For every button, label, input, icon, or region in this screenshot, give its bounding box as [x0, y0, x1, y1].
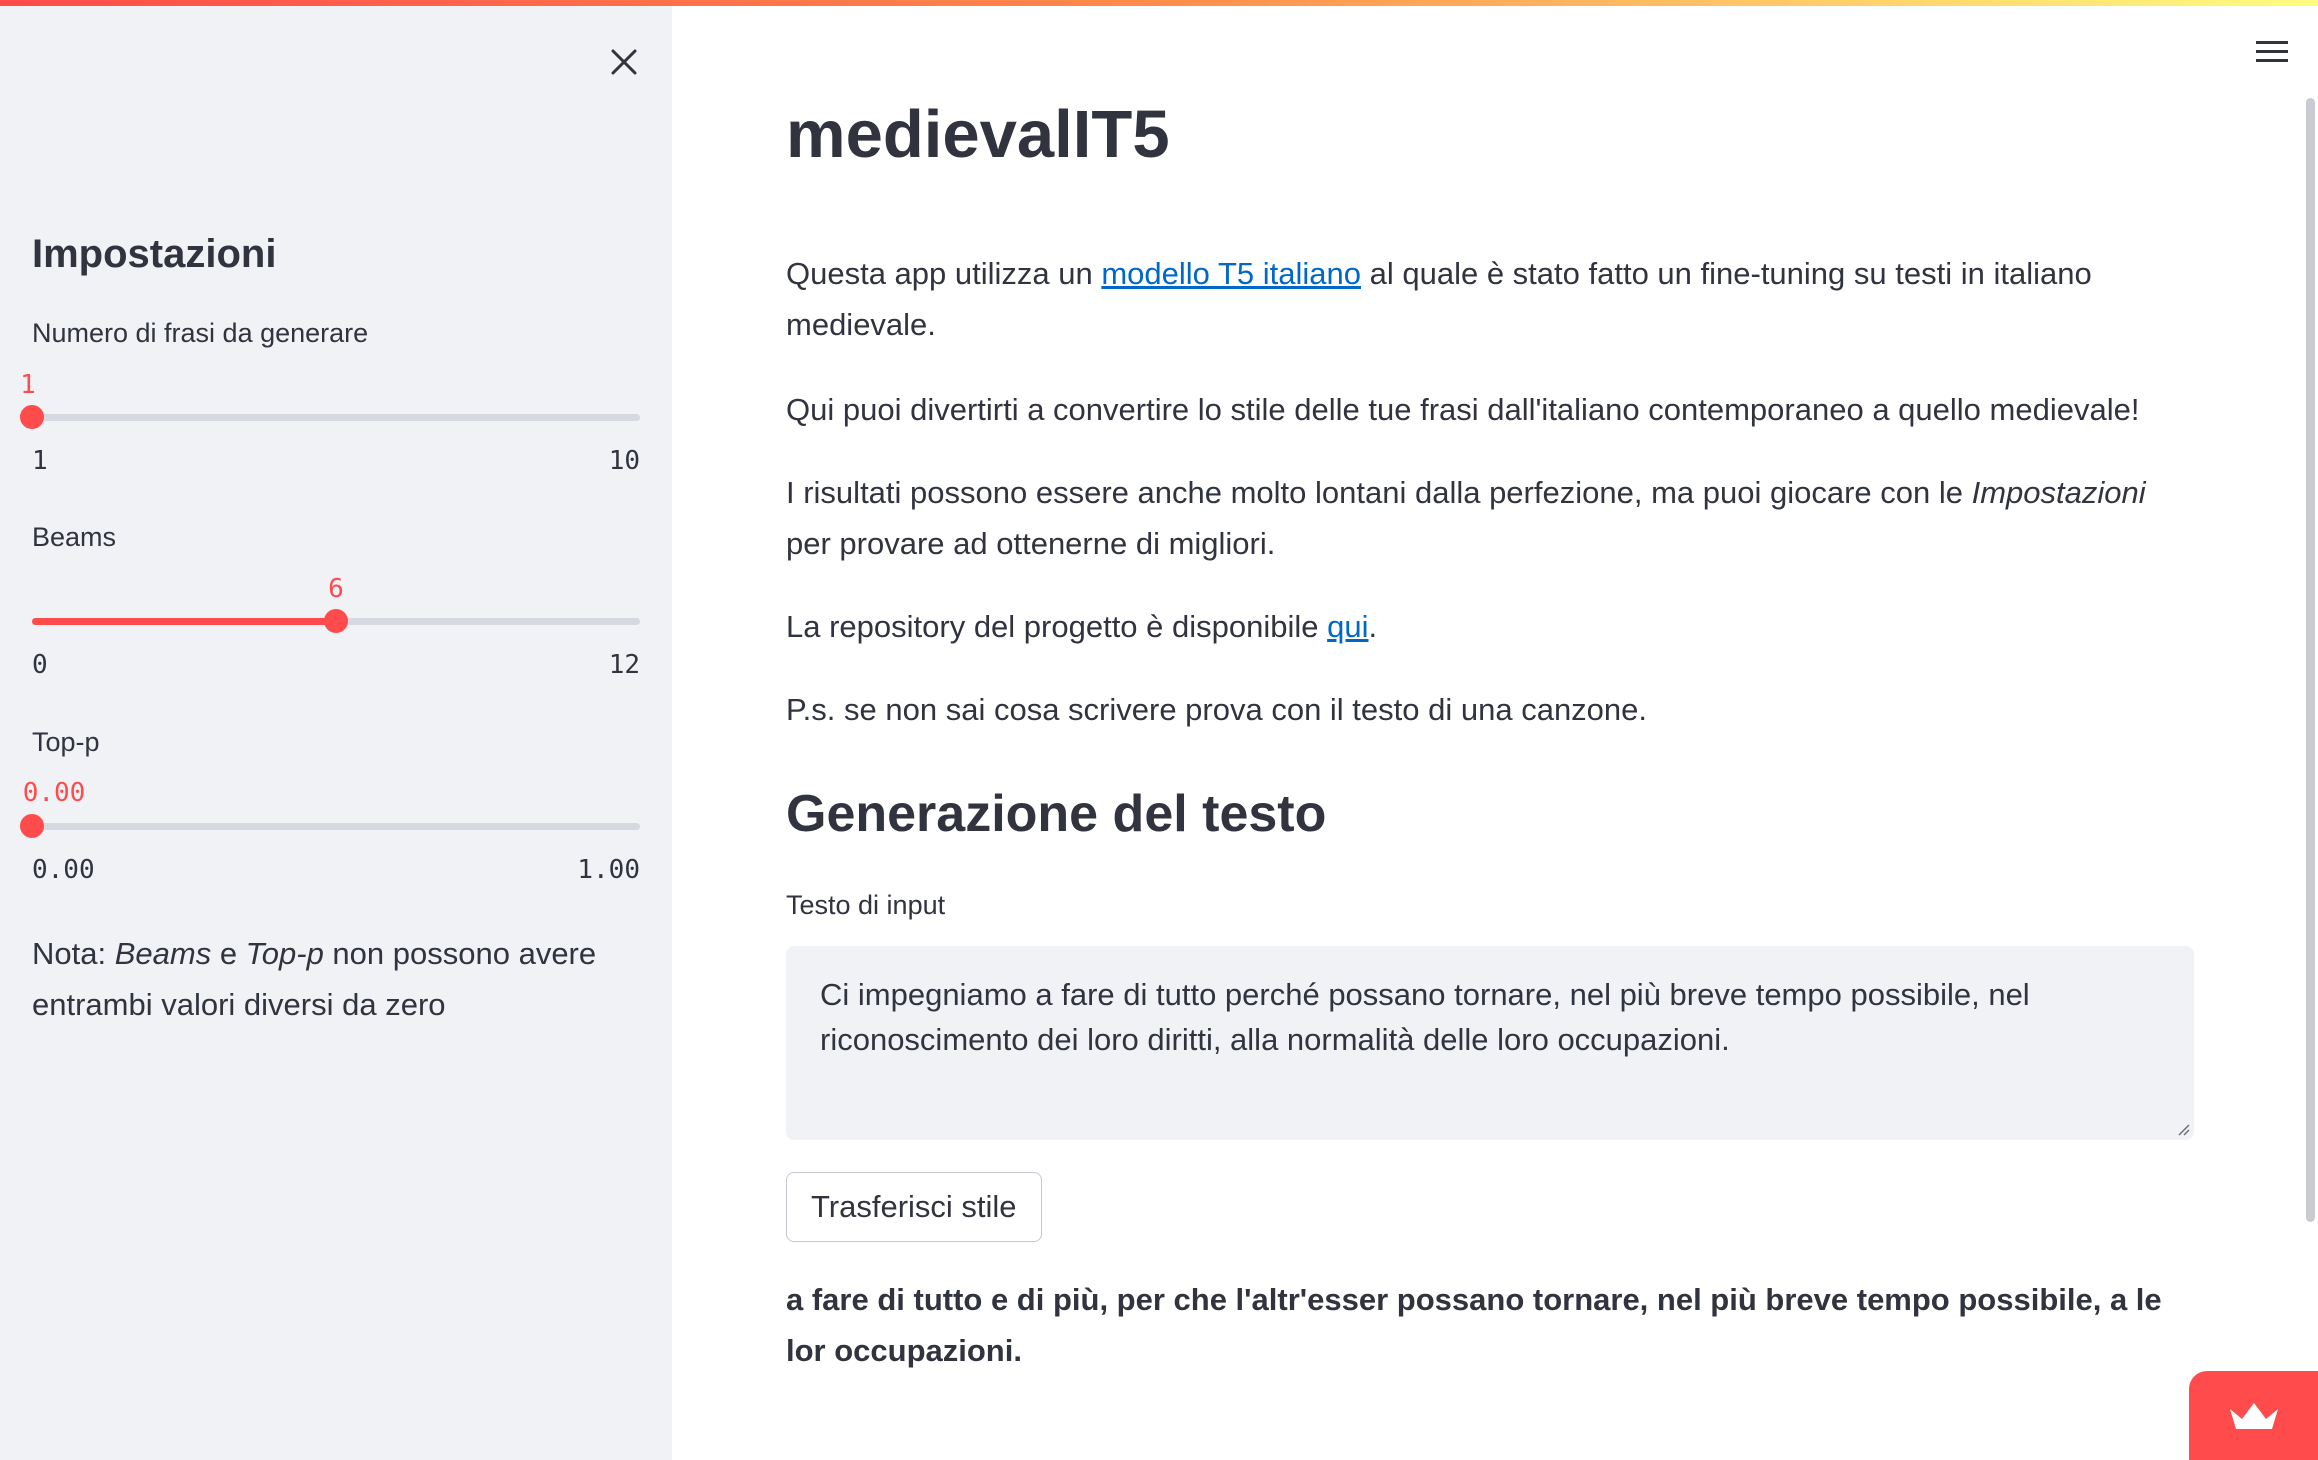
results-paragraph: I risultati possono essere anche molto l… [786, 467, 2196, 569]
tip-paragraph: P.s. se non sai cosa scrivere prova con … [786, 692, 1648, 727]
slider-beams-label: Beams [32, 522, 117, 552]
input-textarea-value: Ci impegniamo a fare di tutto perché pos… [820, 977, 2030, 1057]
page-scrollbar[interactable] [2306, 98, 2315, 1222]
input-text-label: Testo di input [786, 890, 946, 920]
results-text-after: per provare ad ottenerne di migliori. [786, 526, 1276, 561]
close-sidebar-button[interactable] [602, 40, 646, 84]
slider-sentences-max: 10 [608, 446, 640, 476]
close-icon [611, 49, 637, 75]
slider-sentences-min: 1 [32, 446, 48, 476]
section-title: Generazione del testo [786, 785, 1327, 843]
slider-sentences-value: 1 [20, 370, 36, 400]
results-settings-emphasis: Impostazioni [1971, 475, 2146, 510]
repository-text-before: La repository del progetto è disponibile [786, 609, 1328, 644]
slider-topp-label: Top-p [32, 727, 100, 757]
slider-sentences[interactable] [20, 405, 640, 429]
intro-text-before: Questa app utilizza un [786, 256, 1102, 291]
model-link[interactable]: modello T5 italiano [1101, 256, 1361, 291]
page-title: medievalIT5 [786, 97, 1170, 172]
resize-grip-icon[interactable] [2174, 1120, 2190, 1136]
results-text-before: I risultati possono essere anche molto l… [786, 475, 1972, 510]
repository-text-after: . [1368, 609, 1378, 644]
crown-icon [2229, 1402, 2278, 1429]
slider-topp[interactable] [20, 814, 640, 838]
sidebar-title: Impostazioni [32, 232, 277, 276]
note-topp: Top-p [245, 936, 324, 971]
repository-paragraph: La repository del progetto è disponibile… [786, 601, 2196, 652]
note-mid: e [211, 936, 246, 971]
settings-note: Nota: Beams e Top-p non possono avere en… [32, 928, 632, 1030]
slider-topp-min: 0.00 [32, 855, 95, 885]
slider-sentences-thumb[interactable] [20, 405, 44, 429]
slider-beams[interactable] [32, 609, 640, 633]
slider-beams-max: 12 [608, 650, 640, 680]
slider-topp-value: 0.00 [22, 778, 86, 808]
slider-beams-fill [32, 618, 336, 625]
main-menu-button[interactable] [2250, 30, 2294, 74]
hamburger-menu-icon [2256, 41, 2288, 62]
slider-beams-min: 0 [32, 650, 48, 680]
slider-topp-thumb[interactable] [20, 814, 44, 838]
slider-topp-max: 1.00 [577, 855, 640, 885]
intro-paragraph: Questa app utilizza un modello T5 italia… [786, 248, 2196, 350]
repository-link[interactable]: qui [1327, 609, 1368, 644]
fun-paragraph: Qui puoi divertirti a convertire lo stil… [786, 392, 2140, 427]
sidebar: Impostazioni Numero di frasi da generare… [0, 6, 672, 1460]
transfer-style-button[interactable]: Trasferisci stile [786, 1172, 1042, 1242]
slider-beams-thumb[interactable] [324, 609, 348, 633]
slider-sentences-label: Numero di frasi da generare [32, 318, 369, 348]
note-prefix: Nota: [32, 936, 115, 971]
note-beams: Beams [114, 936, 212, 971]
slider-beams-value: 6 [328, 574, 344, 604]
generated-output: a fare di tutto e di più, per che l'altr… [786, 1282, 2162, 1368]
streamlit-badge[interactable] [2189, 1371, 2318, 1460]
input-textarea[interactable]: Ci impegniamo a fare di tutto perché pos… [786, 946, 2194, 1140]
